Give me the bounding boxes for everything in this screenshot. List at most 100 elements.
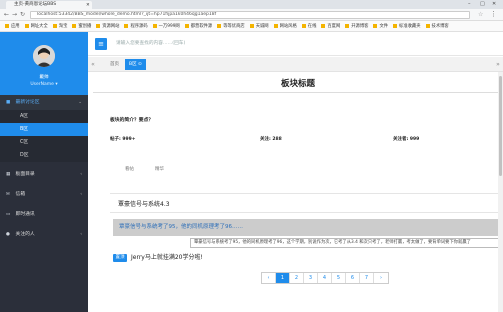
tab-title: 主页-黄商恩论坛BBS xyxy=(14,2,57,7)
chevron-left-icon: ‹ xyxy=(80,172,82,177)
bookmark-item[interactable]: 开源博客 xyxy=(345,21,368,31)
sidebar-item-label: 即时通讯 xyxy=(15,212,35,217)
user-status[interactable]: UserName ▾ xyxy=(0,82,88,87)
tabs-prev-icon[interactable]: « xyxy=(88,57,98,72)
star-icon[interactable]: ☆ xyxy=(478,11,483,18)
pagination-page[interactable]: 3 xyxy=(304,273,318,283)
sidebar-item-a[interactable]: A区 xyxy=(0,110,88,123)
chevron-down-icon: ⌄ xyxy=(78,100,82,105)
maximize-icon[interactable]: □ xyxy=(480,1,485,7)
tabs-next-icon[interactable]: » xyxy=(493,57,503,72)
sidebar-item-mail[interactable]: ✉ 信箱 ‹ xyxy=(0,187,88,202)
board-intro: 板块的简介？要点？ xyxy=(110,118,154,123)
sidebar-item-latest[interactable]: ■ 最新讨论区 ⌄ xyxy=(0,95,88,110)
tab-current[interactable]: B区 ⊙ xyxy=(125,59,146,70)
top-bar: ≡ 请输入您要查找的内容……(回车) xyxy=(88,32,503,56)
sidebar-item-label: 板面目录 xyxy=(15,172,35,177)
pagination-page[interactable]: 2 xyxy=(290,273,304,283)
username: 戴帅 xyxy=(39,75,49,80)
thread-title[interactable]: 覃豪信号与系统4.3 xyxy=(118,199,170,208)
page-tab-row: « 首页 B区 ⊙ » xyxy=(88,57,503,72)
pagination: ‹ 1 2 3 4 5 6 7 › xyxy=(261,272,389,284)
bookmark-item[interactable]: 天诚网 xyxy=(250,21,269,31)
sidebar-item-b[interactable]: B区 xyxy=(0,123,88,136)
grid-icon: ▦ xyxy=(6,172,11,177)
sidebar-item-following[interactable]: ● 关注的人 ‹ xyxy=(0,227,88,242)
sidebar-item-label: 最新讨论区 xyxy=(15,100,40,105)
window-close-icon[interactable]: ✕ xyxy=(492,1,496,7)
url-text: localhost:53342/BBS_model/whole_demo.htm… xyxy=(37,12,217,17)
bookmark-item[interactable]: 百度网 xyxy=(321,21,340,31)
user-profile: 戴帅 UserName ▾ xyxy=(0,32,88,95)
bookmark-item[interactable]: 技术博客 xyxy=(426,21,449,31)
filter-all[interactable]: 看帖 xyxy=(125,166,134,172)
thread-title[interactable]: 覃豪信号与系统考了95，他的同机原理考了96…… xyxy=(119,224,243,230)
bookmark-item[interactable]: 一万999网 xyxy=(153,21,180,31)
stat-posts: 帖子: 999+ xyxy=(110,137,136,142)
bookmark-item[interactable]: 淘宝 xyxy=(53,21,68,31)
bookmark-icon: ■ xyxy=(6,100,11,105)
filter-essence[interactable]: 精华 xyxy=(155,166,164,172)
bookmark-item[interactable]: 网址大全 xyxy=(25,21,48,31)
bookmark-item[interactable]: 等等优商店 xyxy=(217,21,244,31)
sidebar-nav: ■ 最新讨论区 ⌄ A区 B区 C区 D区 ▦ 板面目录 ‹ ✉ 信箱 ‹ ▭ … xyxy=(0,95,88,242)
bookmark-item[interactable]: 资源网站 xyxy=(96,21,119,31)
pagination-page[interactable]: 6 xyxy=(346,273,360,283)
scroll-thumb[interactable] xyxy=(499,76,502,176)
avatar[interactable] xyxy=(33,45,55,67)
sidebar-item-label: A区 xyxy=(20,114,29,119)
pagination-page[interactable]: 4 xyxy=(318,273,332,283)
scrollbar[interactable] xyxy=(498,72,503,312)
pagination-page[interactable]: 1 xyxy=(276,273,290,283)
bookmark-item[interactable]: 在线 xyxy=(302,21,317,31)
bookmark-item[interactable]: 程序源码 xyxy=(124,21,147,31)
stat-followers: 关注者: 999 xyxy=(393,137,420,142)
sidebar: 戴帅 UserName ▾ ■ 最新讨论区 ⌄ A区 B区 C区 D区 ▦ 板面… xyxy=(0,32,88,312)
mail-icon: ✉ xyxy=(6,192,10,197)
url-input[interactable]: localhost:53342/BBS_model/whole_demo.htm… xyxy=(30,11,470,19)
sidebar-item-label: 关注的人 xyxy=(15,232,35,237)
forward-icon[interactable]: → xyxy=(12,11,17,18)
badge-label: 置顶 xyxy=(115,255,125,260)
bookmark-item[interactable]: 都营软件源 xyxy=(185,21,212,31)
bookmark-item[interactable]: 蜜创播 xyxy=(72,21,91,31)
browser-tab[interactable]: 主页-黄商恩论坛BBS ✕ xyxy=(6,1,92,9)
menu-icon[interactable]: ⋮ xyxy=(490,10,497,18)
page-title: 板块标题 xyxy=(280,79,315,89)
bookmarks-bar: 应用 网址大全 淘宝 蜜创播 资源网站 程序源码 一万999网 都营软件源 等等优商店 天诚网 网站… xyxy=(0,21,503,32)
bookmark-item[interactable]: 网站风格 xyxy=(274,21,297,31)
chevron-left-icon: ‹ xyxy=(80,192,82,197)
sticky-thread-title[interactable]: Jerry马上就挂满20学分啦! xyxy=(131,252,203,261)
tab-home[interactable]: 首页 xyxy=(106,59,123,70)
bookmark-item[interactable]: 标准收藏夹 xyxy=(393,21,420,31)
bookmark-item[interactable]: 文件 xyxy=(373,21,388,31)
sidebar-item-chat[interactable]: ▭ 即时通讯 xyxy=(0,207,88,222)
menu-toggle-button[interactable]: ≡ xyxy=(95,38,107,50)
bookmark-item[interactable]: 应用 xyxy=(5,21,20,31)
stat-follows: 关注: 288 xyxy=(260,137,282,142)
list-item[interactable]: 覃豪信号与系统4.3 xyxy=(110,193,503,213)
chevron-left-icon: ‹ xyxy=(80,232,82,237)
sidebar-item-d[interactable]: D区 xyxy=(0,149,88,162)
back-icon[interactable]: ← xyxy=(4,11,9,18)
pagination-next[interactable]: › xyxy=(374,273,388,283)
search-input[interactable]: 请输入您要查找的内容……(回车) xyxy=(116,38,316,50)
divider xyxy=(93,92,503,93)
minimize-icon[interactable]: – xyxy=(468,1,471,7)
tooltip: 覃豪信号与系统考了95，他的同机原理考了96，这个学期，别说作为次，它考了从3.… xyxy=(190,238,503,248)
pagination-page[interactable]: 7 xyxy=(360,273,374,283)
reload-icon[interactable]: ↻ xyxy=(20,11,25,18)
sidebar-item-label: 信箱 xyxy=(15,192,26,197)
browser-tab-bar: 主页-黄商恩论坛BBS ✕ – □ ✕ xyxy=(0,0,503,9)
sidebar-item-catalog[interactable]: ▦ 板面目录 ‹ xyxy=(0,167,88,182)
list-item-hovered[interactable]: 覃豪信号与系统考了95，他的同机原理考了96…… xyxy=(113,219,503,236)
close-icon[interactable]: ✕ xyxy=(86,2,90,9)
sticky-badge: 置顶 xyxy=(113,254,127,262)
hamburger-icon: ≡ xyxy=(98,40,104,48)
chat-icon: ▭ xyxy=(6,212,11,217)
sidebar-item-c[interactable]: C区 xyxy=(0,136,88,149)
pagination-page[interactable]: 5 xyxy=(332,273,346,283)
main-content: 板块标题 板块的简介？要点？ 帖子: 999+ 关注: 288 关注者: 999… xyxy=(93,72,503,312)
address-bar: ← → ↻ localhost:53342/BBS_model/whole_de… xyxy=(0,9,503,21)
pagination-prev[interactable]: ‹ xyxy=(262,273,276,283)
